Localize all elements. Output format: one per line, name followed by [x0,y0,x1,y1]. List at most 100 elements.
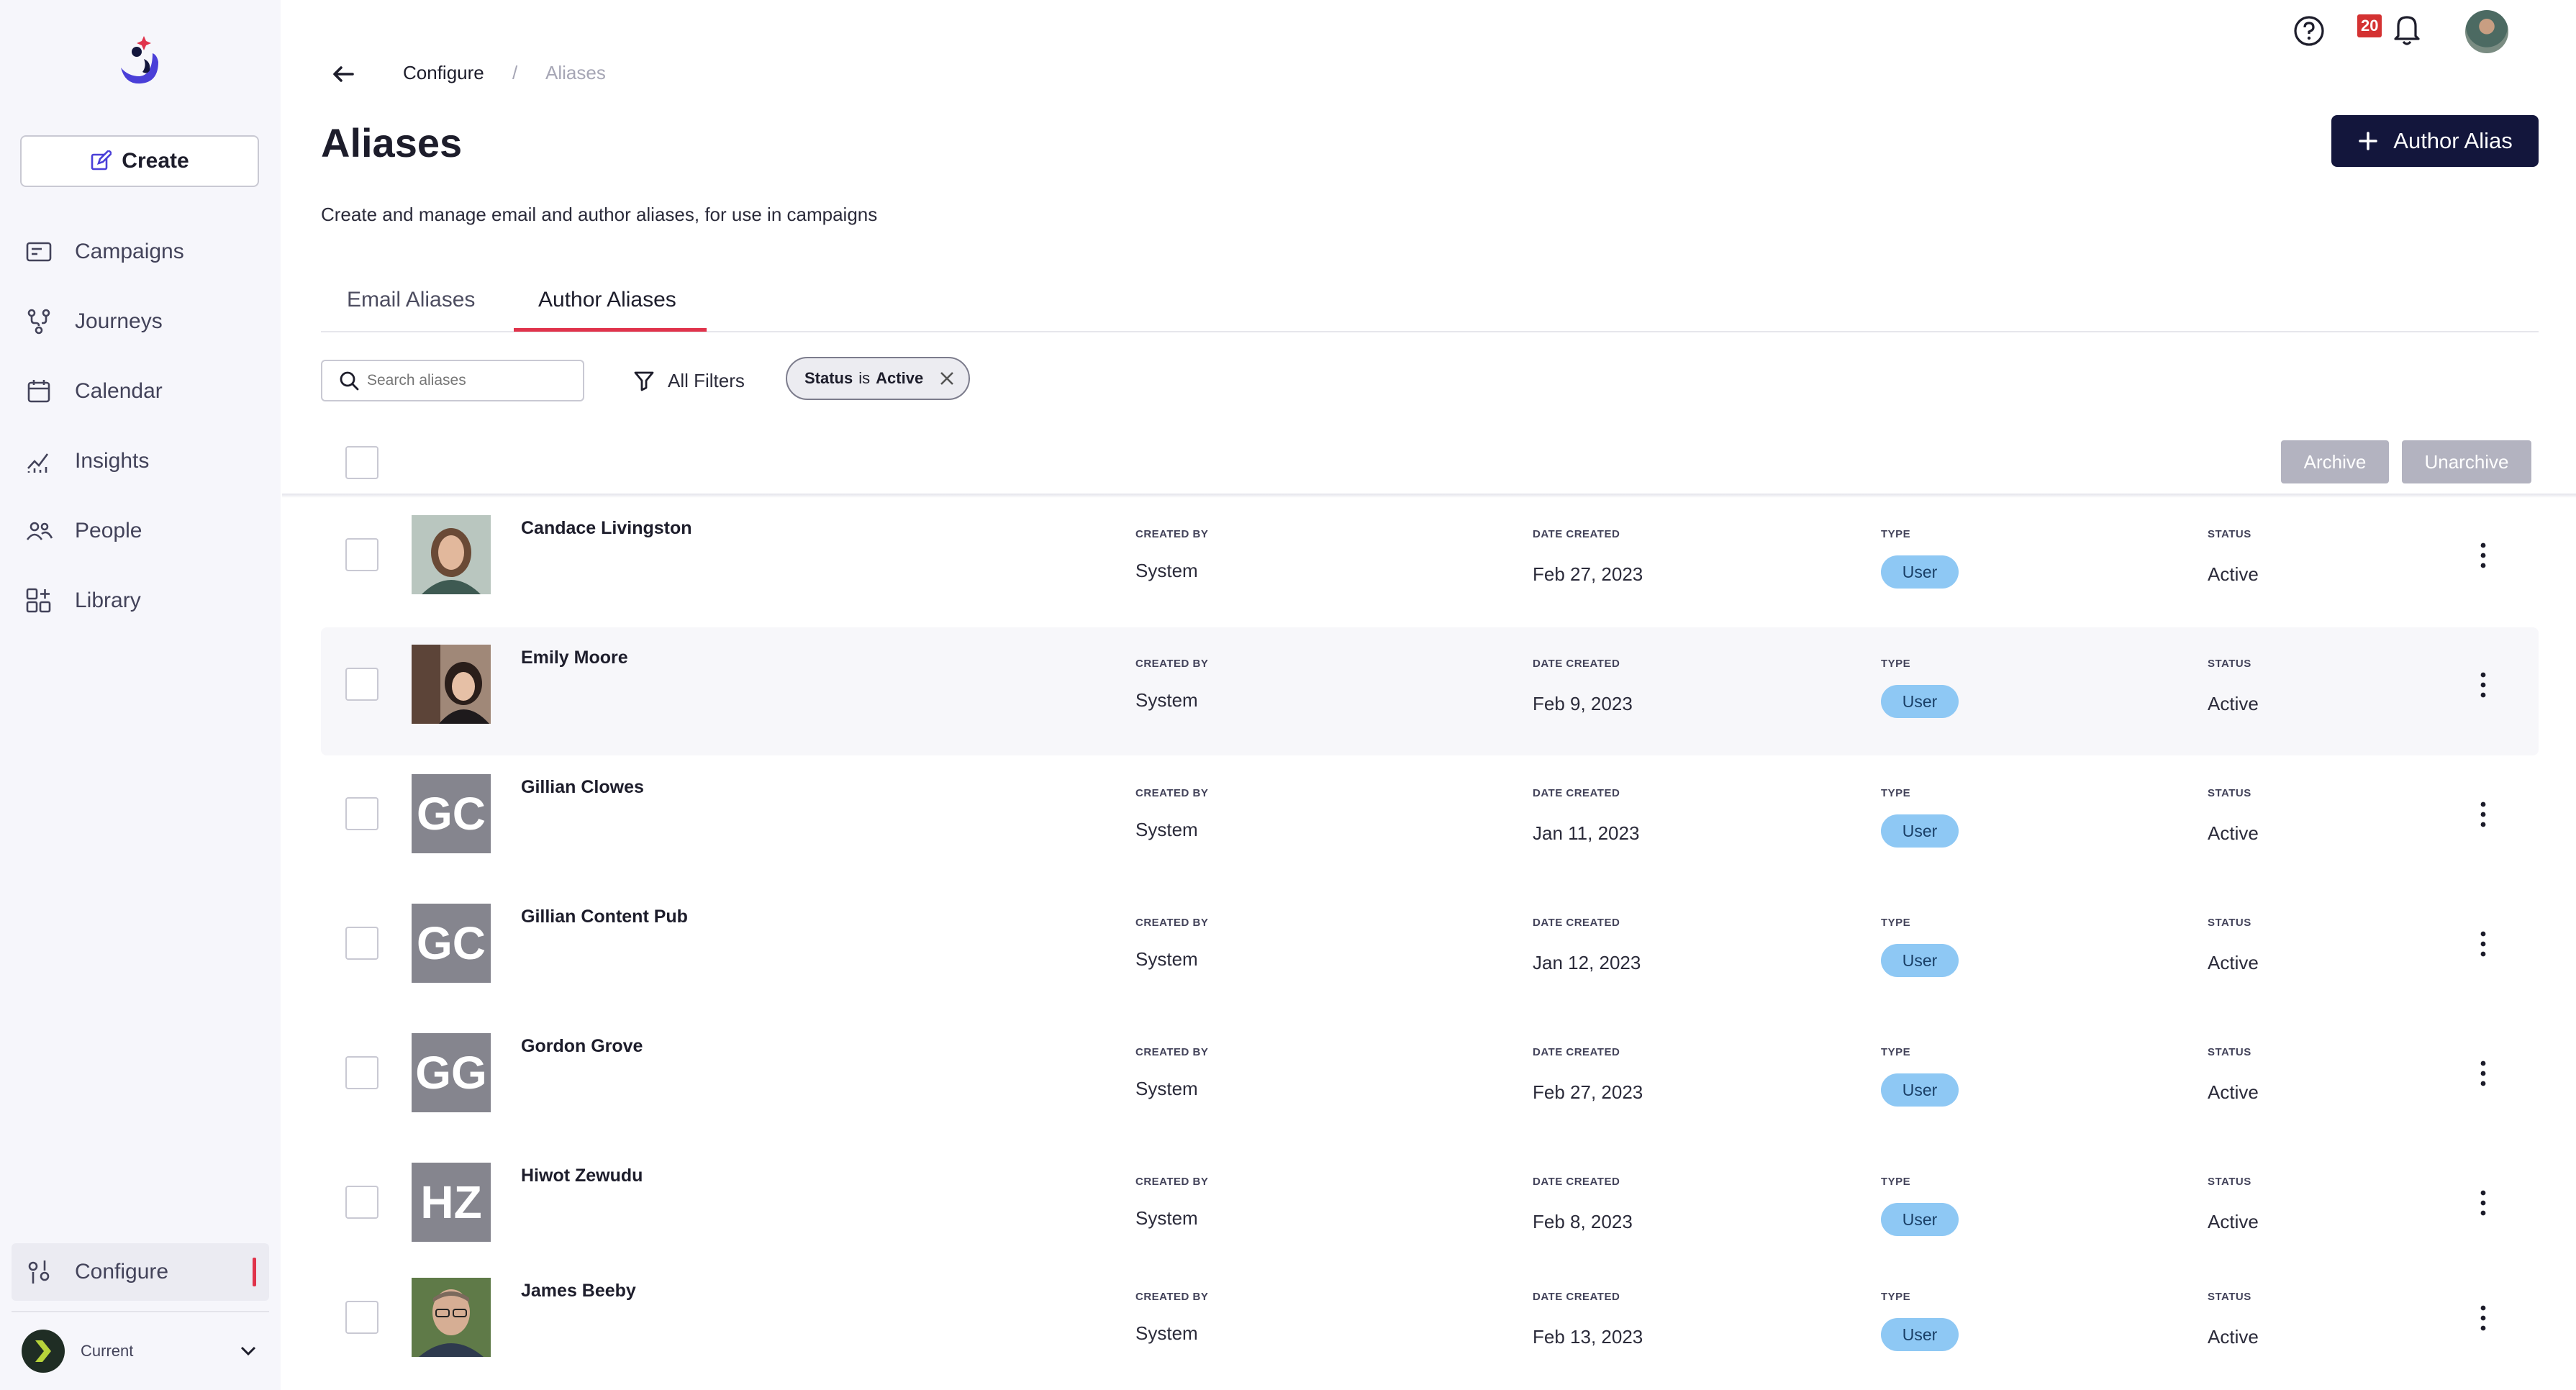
created-by-label: CREATED BY [1135,1176,1209,1188]
more-menu-icon[interactable] [2478,1304,2488,1332]
breadcrumb-separator: / [512,62,518,83]
created-by-value: System [1135,1207,1198,1229]
row-checkbox[interactable] [345,1186,378,1219]
top-bar: 20 [2288,10,2576,60]
date-created-label: DATE CREATED [1533,528,1620,540]
avatar-photo [412,645,491,724]
alias-name[interactable]: Emily Moore [521,648,628,668]
nav-label-campaigns: Campaigns [75,240,184,263]
close-icon[interactable] [938,370,956,387]
archive-button[interactable]: Archive [2281,440,2389,483]
notification-count-badge[interactable]: 20 [2357,14,2382,37]
type-badge: User [1881,1318,1959,1351]
tab-author-aliases[interactable]: Author Aliases [538,288,676,332]
table-row[interactable]: GC Gillian Content Pub CREATED BY System… [321,886,2539,1014]
table-row[interactable]: GC Gillian Clowes CREATED BY System DATE… [321,757,2539,885]
search-icon [340,371,359,391]
created-by-value: System [1135,819,1198,840]
workspace-logo [22,1330,65,1373]
more-menu-icon[interactable] [2478,541,2488,570]
breadcrumb-configure[interactable]: Configure [403,62,484,84]
app-logo[interactable] [115,33,167,89]
user-avatar[interactable] [2465,10,2508,53]
more-menu-icon[interactable] [2478,800,2488,829]
created-by-label: CREATED BY [1135,787,1209,799]
avatar-initials: HZ [412,1163,491,1242]
created-by-value: System [1135,560,1198,581]
nav-item-library[interactable]: Library [24,579,141,622]
status-value: Active [2208,822,2259,844]
alias-name[interactable]: James Beeby [521,1281,636,1302]
row-checkbox[interactable] [345,1056,378,1089]
avatar-initials: GC [412,904,491,983]
all-filters-label: All Filters [668,369,745,391]
row-checkbox[interactable] [345,927,378,960]
alias-name[interactable]: Gillian Content Pub [521,907,688,927]
table-row[interactable]: GG Gordon Grove CREATED BY System DATE C… [321,1016,2539,1144]
created-by-label: CREATED BY [1135,1046,1209,1058]
search-box [321,360,584,401]
type-badge: User [1881,1073,1959,1107]
more-menu-icon[interactable] [2478,930,2488,958]
status-value: Active [2208,693,2259,714]
tab-email-aliases[interactable]: Email Aliases [347,288,475,332]
created-by-value: System [1135,689,1198,711]
add-author-alias-label: Author Alias [2393,128,2513,153]
insights-icon [27,453,49,473]
sidebar: Create Campaigns Journeys Calendar Insig… [0,0,281,1390]
row-checkbox[interactable] [345,538,378,571]
type-label: TYPE [1881,658,1911,670]
bell-icon[interactable] [2390,12,2423,47]
created-by-value: System [1135,1322,1198,1344]
nav-item-people[interactable]: People [24,509,142,553]
nav-item-calendar[interactable]: Calendar [24,370,163,413]
date-created-value: Jan 11, 2023 [1533,822,1640,844]
create-button[interactable]: Create [20,135,259,187]
row-checkbox[interactable] [345,668,378,701]
status-filter-chip[interactable]: Status is Active [786,357,970,400]
people-icon [26,522,53,540]
nav-item-insights[interactable]: Insights [24,440,149,483]
table-row[interactable]: Emily Moore CREATED BY System DATE CREAT… [321,627,2539,755]
add-author-alias-button[interactable]: Author Alias [2331,115,2539,167]
row-checkbox[interactable] [345,1301,378,1334]
type-label: TYPE [1881,917,1911,929]
table-row[interactable]: James Beeby CREATED BY System DATE CREAT… [321,1260,2539,1389]
more-menu-icon[interactable] [2478,671,2488,699]
alias-name[interactable]: Gillian Clowes [521,777,644,798]
unarchive-button[interactable]: Unarchive [2402,440,2531,483]
date-created-label: DATE CREATED [1533,1176,1620,1188]
alias-name[interactable]: Candace Livingston [521,518,692,539]
nav-item-campaigns[interactable]: Campaigns [24,230,184,273]
created-by-value: System [1135,948,1198,970]
active-tab-indicator [514,328,707,332]
status-label: STATUS [2208,658,2251,670]
nav-item-journeys[interactable]: Journeys [24,300,163,343]
create-button-label: Create [122,149,189,173]
help-icon[interactable] [2292,14,2326,47]
nav-item-configure[interactable]: Configure [12,1243,269,1301]
table-row[interactable]: HZ Hiwot Zewudu CREATED BY System DATE C… [321,1145,2539,1273]
more-menu-icon[interactable] [2478,1059,2488,1088]
select-all-checkbox[interactable] [345,446,378,479]
alias-name[interactable]: Hiwot Zewudu [521,1166,643,1186]
row-checkbox[interactable] [345,797,378,830]
date-created-value: Jan 12, 2023 [1533,952,1641,973]
active-indicator [253,1258,256,1286]
more-menu-icon[interactable] [2478,1189,2488,1217]
alias-name[interactable]: Gordon Grove [521,1036,643,1057]
edit-icon [91,150,112,171]
type-badge: User [1881,555,1959,589]
created-by-label: CREATED BY [1135,917,1209,929]
date-created-value: Feb 8, 2023 [1533,1211,1633,1232]
nav-label-people: People [75,519,142,542]
table-row[interactable]: Candace Livingston CREATED BY System DAT… [321,498,2539,626]
search-input[interactable] [367,372,583,389]
chip-operator: is [858,369,871,387]
all-filters-button[interactable]: All Filters [633,364,745,397]
created-by-label: CREATED BY [1135,1291,1209,1303]
journeys-icon [27,309,50,335]
back-arrow-icon[interactable] [331,63,355,85]
status-label: STATUS [2208,917,2251,929]
workspace-switcher[interactable]: Current [22,1328,266,1374]
